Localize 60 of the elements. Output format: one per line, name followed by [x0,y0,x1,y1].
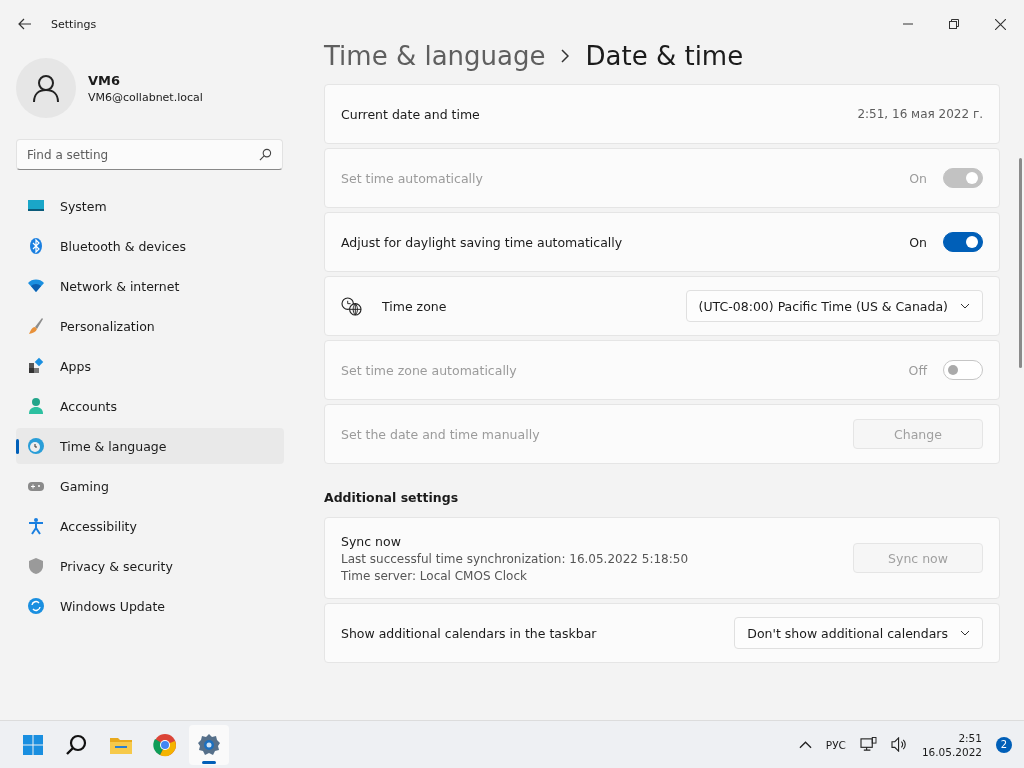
setting-label: Time zone [382,298,447,314]
apps-icon [27,357,45,375]
section-heading: Additional settings [324,490,460,505]
nav-item[interactable]: Network & internet [16,268,284,304]
scrollbar[interactable] [1019,158,1022,368]
chevron-up-icon[interactable] [798,740,812,749]
language-indicator[interactable]: РУС [825,738,846,751]
chevron-icon [561,49,570,63]
search-field[interactable]: Find a setting [16,139,283,170]
nav-item[interactable]: Gaming [16,468,284,504]
person-icon [27,397,45,415]
nav-item[interactable]: Time & language [16,428,284,464]
user-name: VM6 [88,72,122,88]
clock-time[interactable]: 2:51 [958,730,982,745]
nav-item[interactable]: Accounts [16,388,284,424]
setting-label: Set time zone automatically [341,362,517,378]
sync-icon [27,597,45,615]
nav-item[interactable]: Windows Update [16,588,284,624]
shield-icon [27,557,45,575]
window-title: Settings [51,17,97,31]
close-icon[interactable] [995,18,1006,30]
page-title: Date & time [585,41,744,71]
search-icon [259,148,272,161]
back-icon[interactable] [17,16,33,32]
setting-value: 2:51, 16 мая 2022 г. [857,107,983,121]
chevron-down-icon [960,303,970,309]
nav-item[interactable]: Accessibility [16,508,284,544]
maximize-icon[interactable] [949,19,959,29]
setting-label: Show additional calendars in the taskbar [341,625,597,641]
clock-globe-icon [27,437,45,455]
toggle-state: On [909,234,927,250]
brush-icon [27,317,45,335]
setting-label: Adjust for daylight saving time automatically [341,234,623,250]
toggle-state: On [909,170,927,186]
settings-icon[interactable] [189,724,229,765]
nav-item[interactable]: Personalization [16,308,284,344]
clock-date[interactable]: 16.05.2022 [921,744,982,759]
clock-globe-icon [341,296,362,316]
nav-item[interactable]: Privacy & security [16,548,284,584]
toggle-state: Off [908,362,927,378]
volume-icon[interactable] [890,737,908,752]
notification-badge[interactable]: 2 [996,736,1012,753]
dropdown[interactable]: (UTC-08:00) Pacific Time (US & Canada) [685,290,983,322]
setting-label: Sync now [341,533,402,549]
network-icon[interactable] [859,737,877,752]
nav-item[interactable]: System [16,188,284,224]
nav-item[interactable]: Apps [16,348,284,384]
setting-label: Set the date and time manually [341,426,540,442]
setting-label: Current date and time [341,106,480,122]
nav-item[interactable]: Bluetooth & devices [16,228,284,264]
accessibility-icon [27,517,45,535]
bluetooth-icon [27,237,45,255]
toggle-switch[interactable] [943,232,983,252]
breadcrumb-link[interactable]: Time & language [324,41,546,71]
user-email: VM6@collabnet.local [88,90,203,104]
dropdown[interactable]: Don't show additional calendars [734,617,983,649]
setting-label: Set time automatically [341,170,483,186]
chevron-down-icon [960,630,970,636]
setting-description: Last successful time synchronization: 16.05.2022 5:18:50 [341,551,689,566]
setting-description: Time server: Local CMOS Clock [341,568,528,583]
